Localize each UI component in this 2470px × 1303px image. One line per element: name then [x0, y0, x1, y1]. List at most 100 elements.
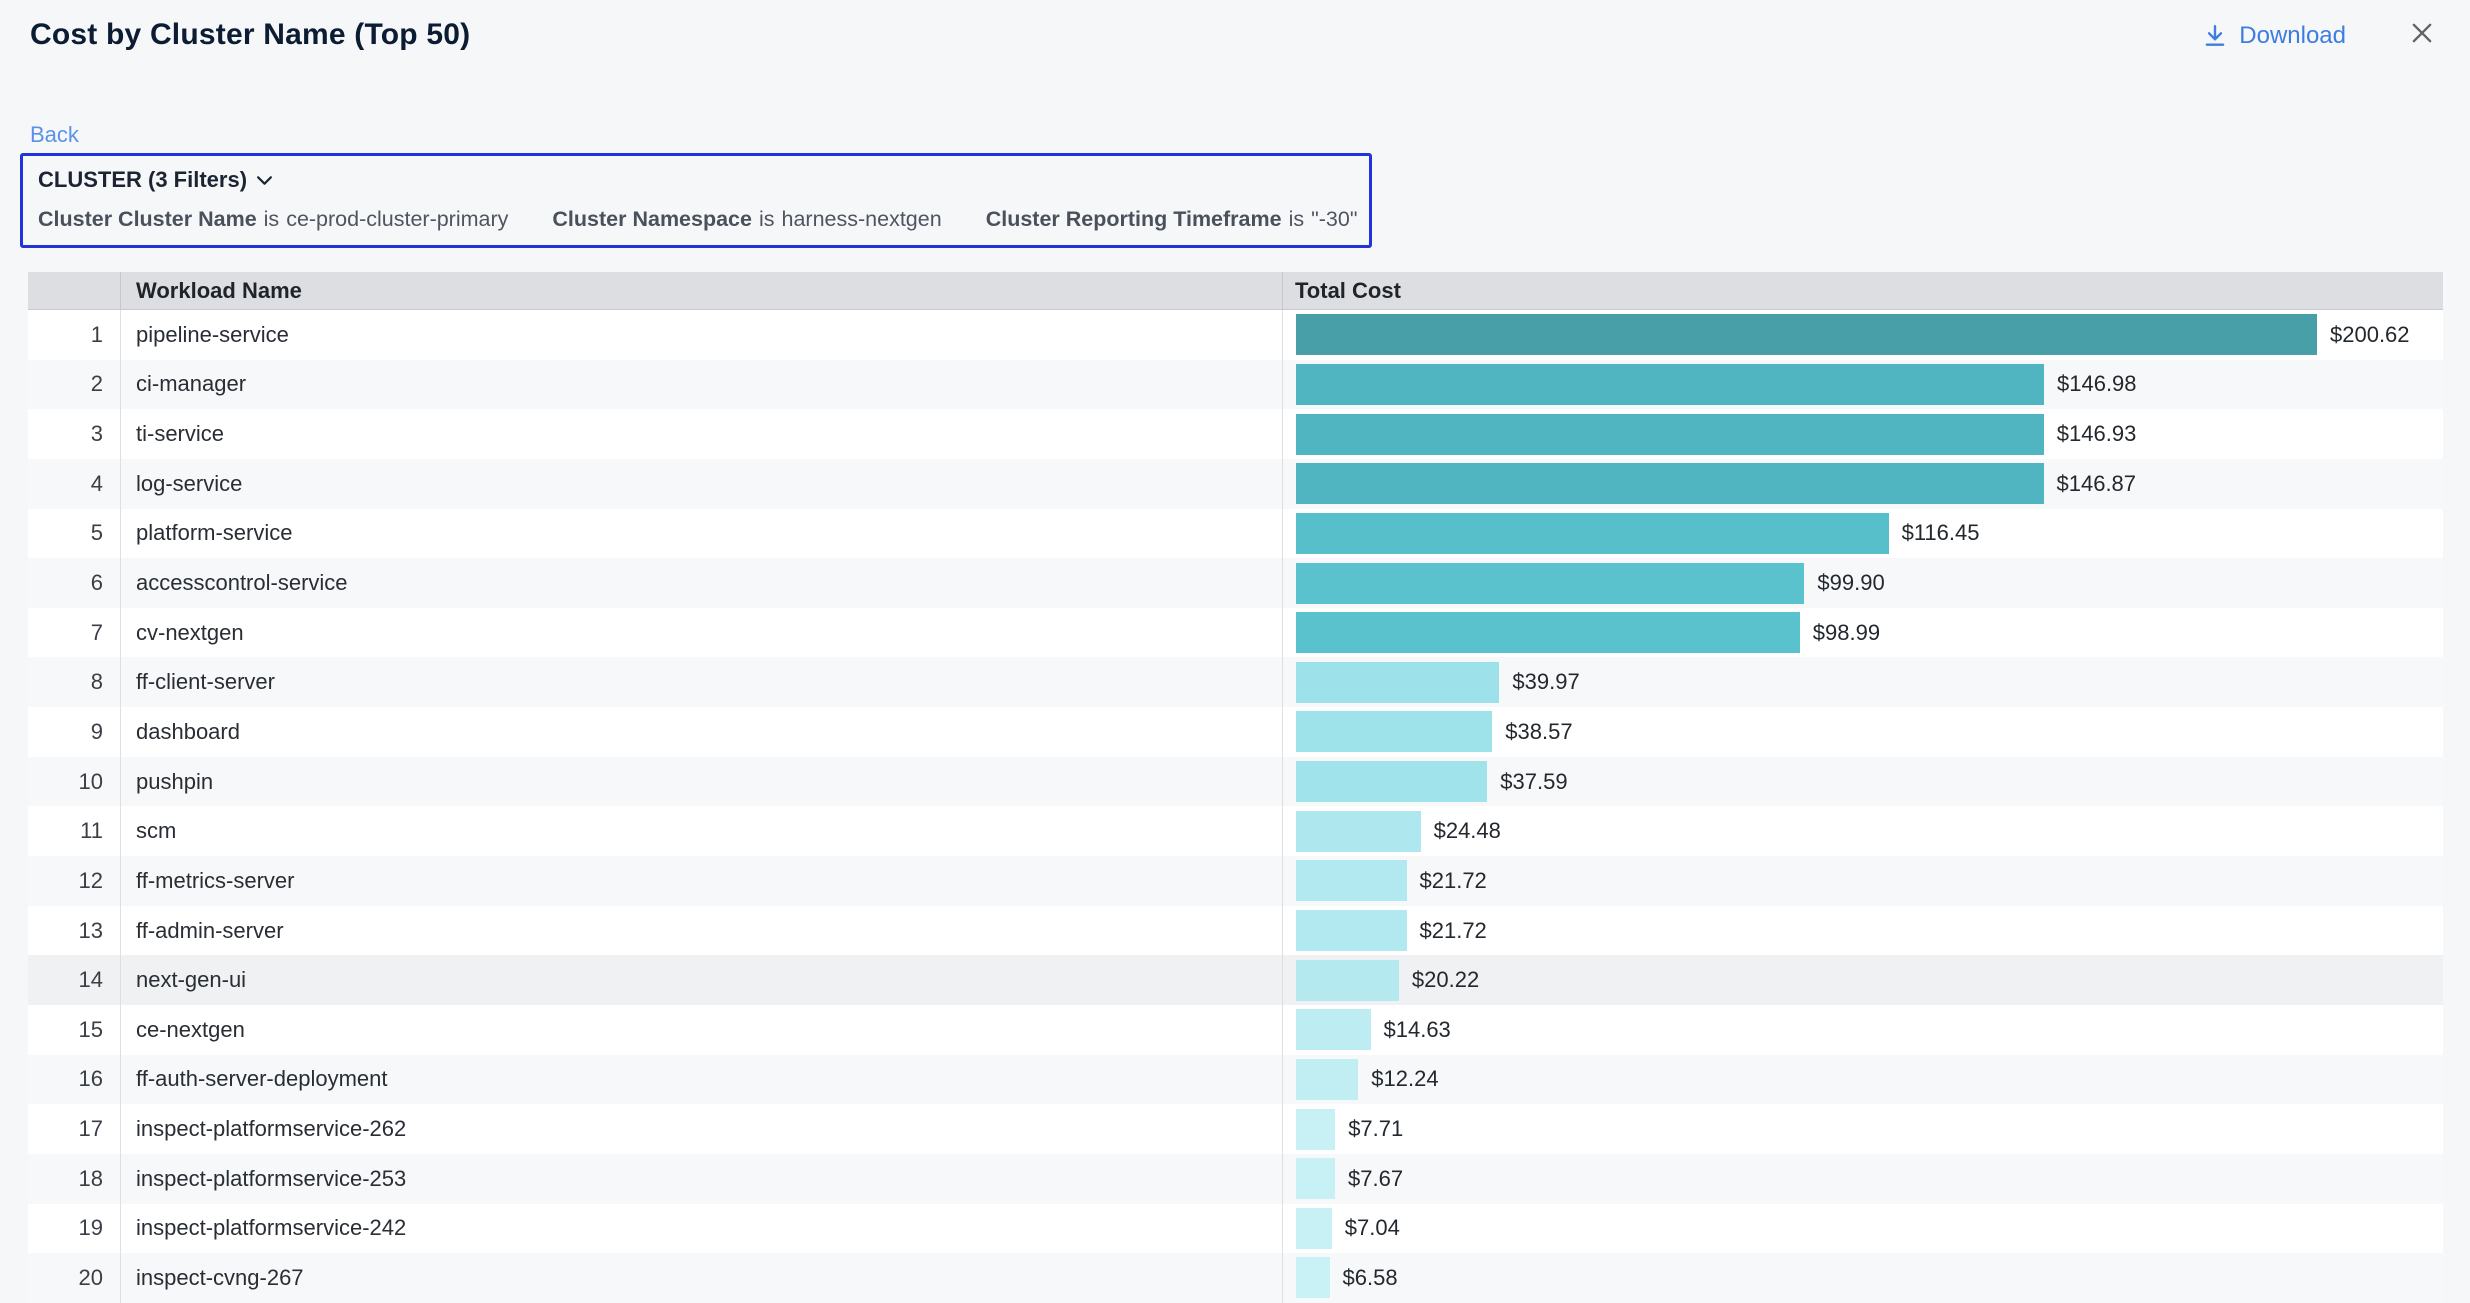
- table-header-row: Workload Name Total Cost: [28, 272, 2443, 310]
- table-row[interactable]: 16 ff-auth-server-deployment $12.24: [28, 1055, 2443, 1105]
- cost-cell: $14.63: [1282, 1005, 2443, 1055]
- row-rank: 8: [28, 657, 120, 707]
- table-row[interactable]: 7 cv-nextgen $98.99: [28, 608, 2443, 658]
- cost-cell: $6.58: [1282, 1253, 2443, 1303]
- cost-cell: $146.98: [1282, 360, 2443, 410]
- cost-bar: [1296, 1009, 1371, 1050]
- cost-value: $14.63: [1384, 1017, 1451, 1043]
- row-rank: 13: [28, 906, 120, 956]
- cost-value: $200.62: [2330, 322, 2410, 348]
- table-row[interactable]: 17 inspect-platformservice-262 $7.71: [28, 1104, 2443, 1154]
- workload-name-column-header: Workload Name: [120, 272, 1282, 309]
- back-link[interactable]: Back: [30, 122, 79, 148]
- cost-cell: $21.72: [1282, 856, 2443, 906]
- page-title: Cost by Cluster Name (Top 50): [30, 18, 470, 52]
- cost-cell: $24.48: [1282, 806, 2443, 856]
- cost-value: $12.24: [1371, 1066, 1438, 1092]
- cost-cell: $21.72: [1282, 906, 2443, 956]
- row-rank: 10: [28, 757, 120, 807]
- table-row[interactable]: 20 inspect-cvng-267 $6.58: [28, 1253, 2443, 1303]
- table-row[interactable]: 13 ff-admin-server $21.72: [28, 906, 2443, 956]
- cost-cell: $116.45: [1282, 509, 2443, 559]
- cost-bar: [1296, 1158, 1335, 1199]
- filter-chip-namespace[interactable]: Cluster Namespace is harness-nextgen: [552, 207, 941, 232]
- workload-name: ce-nextgen: [120, 1005, 1282, 1055]
- table-row[interactable]: 8 ff-client-server $39.97: [28, 657, 2443, 707]
- row-rank: 19: [28, 1204, 120, 1254]
- cost-cell: $146.93: [1282, 409, 2443, 459]
- cost-cell: $200.62: [1282, 310, 2443, 360]
- filter-chip-reporting-timeframe[interactable]: Cluster Reporting Timeframe is "-30": [986, 207, 1358, 232]
- cost-cell: $7.71: [1282, 1104, 2443, 1154]
- cost-value: $7.04: [1345, 1215, 1400, 1241]
- table-row[interactable]: 4 log-service $146.87: [28, 459, 2443, 509]
- filter-value: harness-nextgen: [782, 207, 942, 232]
- workload-name: cv-nextgen: [120, 608, 1282, 658]
- workload-name: ff-client-server: [120, 657, 1282, 707]
- workload-name: inspect-platformservice-262: [120, 1104, 1282, 1154]
- table-row[interactable]: 15 ce-nextgen $14.63: [28, 1005, 2443, 1055]
- total-cost-column-header: Total Cost: [1282, 272, 2443, 309]
- filter-chip-cluster-name[interactable]: Cluster Cluster Name is ce-prod-cluster-…: [38, 207, 508, 232]
- download-icon: [2202, 23, 2228, 49]
- cost-bar: [1296, 513, 1889, 554]
- table-row[interactable]: 2 ci-manager $146.98: [28, 360, 2443, 410]
- cost-value: $20.22: [1412, 967, 1479, 993]
- workload-name: ti-service: [120, 409, 1282, 459]
- table-row[interactable]: 14 next-gen-ui $20.22: [28, 955, 2443, 1005]
- row-rank: 5: [28, 509, 120, 559]
- cost-bar: [1296, 1109, 1335, 1150]
- row-rank: 2: [28, 360, 120, 410]
- row-rank: 16: [28, 1055, 120, 1105]
- cost-value: $99.90: [1817, 570, 1884, 596]
- filter-operator: is: [759, 207, 775, 232]
- filter-operator: is: [264, 207, 280, 232]
- row-rank: 1: [28, 310, 120, 360]
- cost-value: $21.72: [1420, 868, 1487, 894]
- close-icon[interactable]: [2407, 18, 2437, 48]
- table-row[interactable]: 3 ti-service $146.93: [28, 409, 2443, 459]
- filter-field: Cluster Cluster Name: [38, 207, 257, 232]
- cost-value: $39.97: [1512, 669, 1579, 695]
- row-rank: 4: [28, 459, 120, 509]
- cost-value: $146.98: [2057, 371, 2137, 397]
- table-row[interactable]: 9 dashboard $38.57: [28, 707, 2443, 757]
- cost-value: $146.93: [2057, 421, 2137, 447]
- table-row[interactable]: 10 pushpin $37.59: [28, 757, 2443, 807]
- workload-name: scm: [120, 806, 1282, 856]
- cost-cell: $7.04: [1282, 1204, 2443, 1254]
- table-row[interactable]: 6 accesscontrol-service $99.90: [28, 558, 2443, 608]
- filter-list: Cluster Cluster Name is ce-prod-cluster-…: [38, 207, 1353, 232]
- table-row[interactable]: 11 scm $24.48: [28, 806, 2443, 856]
- row-rank: 12: [28, 856, 120, 906]
- cost-bar: [1296, 811, 1421, 852]
- cost-bar: [1296, 960, 1399, 1001]
- cost-value: $98.99: [1813, 620, 1880, 646]
- cost-bar: [1296, 463, 2044, 504]
- cost-bar: [1296, 761, 1487, 802]
- table-row[interactable]: 5 platform-service $116.45: [28, 509, 2443, 559]
- filter-value: "-30": [1311, 207, 1357, 232]
- cost-bar: [1296, 1257, 1330, 1298]
- table-row[interactable]: 12 ff-metrics-server $21.72: [28, 856, 2443, 906]
- table-row[interactable]: 19 inspect-platformservice-242 $7.04: [28, 1204, 2443, 1254]
- filter-field: Cluster Namespace: [552, 207, 752, 232]
- table-body: 1 pipeline-service $200.62 2 ci-manager …: [28, 310, 2443, 1303]
- filter-operator: is: [1289, 207, 1305, 232]
- cost-value: $146.87: [2057, 471, 2137, 497]
- cost-cell: $37.59: [1282, 757, 2443, 807]
- download-button[interactable]: Download: [2202, 22, 2346, 50]
- cost-value: $7.71: [1348, 1116, 1403, 1142]
- cost-bar: [1296, 563, 1804, 604]
- workload-name: inspect-platformservice-253: [120, 1154, 1282, 1204]
- row-rank: 3: [28, 409, 120, 459]
- cost-value: $38.57: [1505, 719, 1572, 745]
- cost-bar: [1296, 1208, 1332, 1249]
- table-row[interactable]: 1 pipeline-service $200.62: [28, 310, 2443, 360]
- table-row[interactable]: 18 inspect-platformservice-253 $7.67: [28, 1154, 2443, 1204]
- row-rank: 14: [28, 955, 120, 1005]
- filter-summary-dropdown[interactable]: CLUSTER (3 Filters): [38, 167, 273, 193]
- cost-bar: [1296, 662, 1499, 703]
- cost-value: $7.67: [1348, 1166, 1403, 1192]
- cost-cell: $7.67: [1282, 1154, 2443, 1204]
